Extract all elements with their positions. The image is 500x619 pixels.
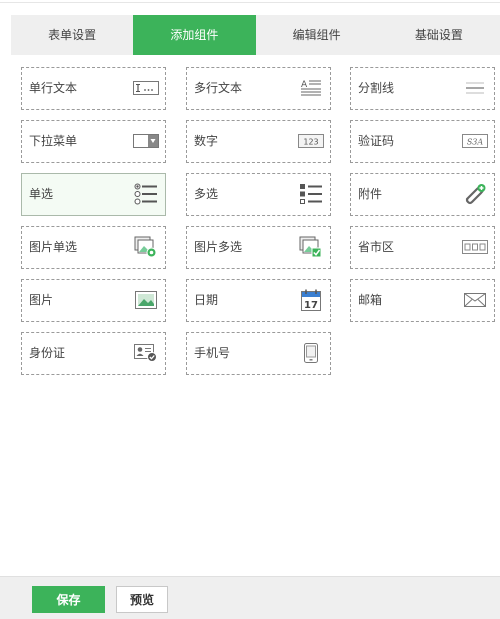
mobile-phone-icon (298, 342, 324, 364)
component-label: 单选 (29, 187, 54, 201)
component-multi-line-text[interactable]: 多行文本 A (186, 67, 331, 110)
single-line-text-icon (133, 77, 159, 99)
image-checkbox-icon (298, 236, 324, 258)
calendar-icon: 17 (298, 289, 324, 311)
component-label: 数字 (194, 134, 219, 148)
component-number[interactable]: 数字 123 (186, 120, 331, 163)
component-checkbox[interactable]: 多选 (186, 173, 331, 216)
svg-text:123: 123 (303, 138, 318, 147)
divider-icon (462, 77, 488, 99)
save-button[interactable]: 保存 (32, 586, 105, 613)
component-label: 图片 (29, 293, 54, 307)
component-label: 分割线 (358, 81, 395, 95)
image-radio-icon (133, 236, 159, 258)
tab-basic-settings[interactable]: 基础设置 (378, 15, 500, 55)
number-icon: 123 (298, 130, 324, 152)
dropdown-icon (133, 130, 159, 152)
footer-bar: 保存 预览 (0, 576, 500, 619)
component-divider[interactable]: 分割线 (350, 67, 495, 110)
component-mobile[interactable]: 手机号 (186, 332, 331, 375)
component-label: 下拉菜单 (29, 134, 78, 148)
component-label: 身份证 (29, 346, 66, 360)
component-radio[interactable]: 单选 (21, 173, 166, 216)
id-card-icon (133, 342, 159, 364)
component-label: 多选 (194, 187, 219, 201)
multi-line-text-icon: A (298, 77, 324, 99)
component-image[interactable]: 图片 (21, 279, 166, 322)
component-date[interactable]: 日期 17 (186, 279, 331, 322)
image-icon (133, 289, 159, 311)
svg-text:S3A: S3A (467, 138, 484, 147)
preview-button[interactable]: 预览 (116, 586, 168, 613)
component-dropdown[interactable]: 下拉菜单 (21, 120, 166, 163)
component-label: 手机号 (194, 346, 231, 360)
component-label: 附件 (358, 187, 383, 201)
envelope-icon (462, 289, 488, 311)
component-label: 图片多选 (194, 240, 243, 254)
component-email[interactable]: 邮箱 (350, 279, 495, 322)
checkbox-list-icon (298, 183, 324, 205)
component-label: 邮箱 (358, 293, 383, 307)
component-id-card[interactable]: 身份证 (21, 332, 166, 375)
tab-add-component[interactable]: 添加组件 (133, 15, 256, 55)
tab-form-settings[interactable]: 表单设置 (11, 15, 133, 55)
region-select-icon (462, 236, 488, 258)
top-divider (0, 2, 500, 3)
component-label: 单行文本 (29, 81, 78, 95)
tab-bar: 表单设置 添加组件 编辑组件 基础设置 (11, 15, 500, 55)
paperclip-icon (462, 183, 488, 205)
component-region[interactable]: 省市区 (350, 226, 495, 269)
component-attachment[interactable]: 附件 (350, 173, 495, 216)
component-label: 省市区 (358, 240, 395, 254)
component-label: 图片单选 (29, 240, 78, 254)
svg-text:17: 17 (304, 300, 318, 311)
component-captcha[interactable]: 验证码 S3A (350, 120, 495, 163)
component-label: 验证码 (358, 134, 395, 148)
component-image-radio[interactable]: 图片单选 (21, 226, 166, 269)
component-label: 多行文本 (194, 81, 243, 95)
captcha-icon: S3A (462, 130, 488, 152)
radio-list-icon (133, 183, 159, 205)
component-single-line-text[interactable]: 单行文本 (21, 67, 166, 110)
component-label: 日期 (194, 293, 219, 307)
component-image-checkbox[interactable]: 图片多选 (186, 226, 331, 269)
tab-edit-component[interactable]: 编辑组件 (256, 15, 378, 55)
